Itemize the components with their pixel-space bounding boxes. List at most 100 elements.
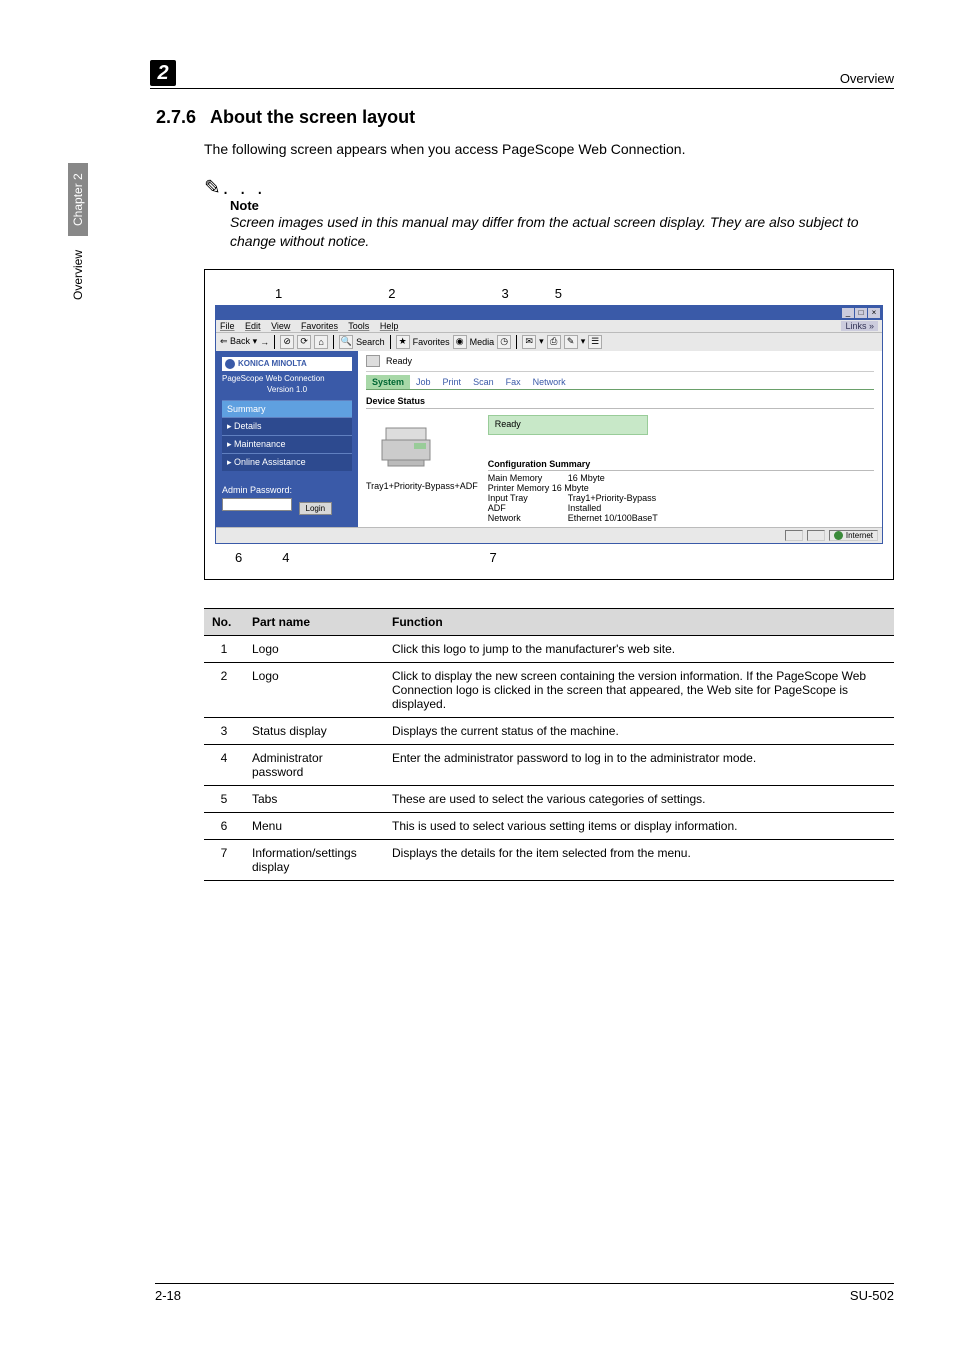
cell-no: 7 [204, 839, 244, 880]
minimize-icon[interactable]: _ [842, 308, 854, 318]
cell-part: Tabs [244, 785, 384, 812]
favorites-icon[interactable]: ★ [396, 335, 410, 349]
history-icon[interactable]: ◷ [497, 335, 511, 349]
cfg-input-k: Input Tray [488, 493, 558, 503]
callouts-top: 1 2 3 5 [275, 286, 883, 301]
tray-text: Tray1+Priority-Bypass+ADF [366, 481, 478, 491]
th-func: Function [384, 608, 894, 635]
menu-links[interactable]: Links [845, 321, 866, 331]
brand-logo-icon [225, 359, 235, 369]
nav-maintenance[interactable]: ▸ Maintenance [222, 435, 352, 453]
table-row: 2 Logo Click to display the new screen c… [204, 662, 894, 717]
callout-2: 2 [388, 286, 395, 301]
callout-4: 4 [282, 550, 289, 565]
tab-scan[interactable]: Scan [467, 375, 500, 389]
version-text: Version 1.0 [222, 385, 352, 394]
chapter-badge: 2 [150, 60, 176, 86]
close-icon[interactable]: × [868, 308, 880, 318]
menu-favorites[interactable]: Favorites [301, 321, 338, 331]
refresh-icon[interactable]: ⟳ [297, 335, 311, 349]
search-label[interactable]: Search [356, 337, 385, 347]
cell-no: 6 [204, 812, 244, 839]
cell-no: 2 [204, 662, 244, 717]
login-button[interactable]: Login [299, 502, 333, 515]
callout-3: 3 [501, 286, 508, 301]
browser-window: _ □ × File Edit View Favorites Tools Hel… [215, 305, 883, 544]
side-tab-label: Overview [71, 250, 85, 300]
mail-icon[interactable]: ✉ [522, 335, 536, 349]
cfg-adf-v: Installed [568, 503, 602, 513]
pencil-icon: ✎ [204, 177, 221, 199]
cell-no: 1 [204, 635, 244, 662]
callout-5: 5 [555, 286, 562, 301]
menu-file[interactable]: File [220, 321, 235, 331]
config-summary-header: Configuration Summary [488, 459, 874, 471]
forward-button[interactable]: → [260, 337, 269, 347]
callout-7: 7 [489, 550, 496, 565]
cell-func: These are used to select the various cat… [384, 785, 894, 812]
back-button[interactable]: ⇐ Back ▾ [220, 336, 257, 347]
discuss-icon[interactable]: ☰ [588, 335, 602, 349]
statusbar: Internet [216, 527, 882, 543]
th-part: Part name [244, 608, 384, 635]
maximize-icon[interactable]: □ [855, 308, 867, 318]
cell-part: Logo [244, 635, 384, 662]
cell-func: Displays the current status of the machi… [384, 717, 894, 744]
cell-no: 3 [204, 717, 244, 744]
cell-part: Administrator password [244, 744, 384, 785]
cell-func: Enter the administrator password to log … [384, 744, 894, 785]
edit-icon[interactable]: ✎ [564, 335, 578, 349]
tab-network[interactable]: Network [527, 375, 572, 389]
cfg-printer-mem: Printer Memory 16 Mbyte [488, 483, 874, 493]
cell-func: Click this logo to jump to the manufactu… [384, 635, 894, 662]
section-title: About the screen layout [210, 107, 415, 128]
cfg-main-mem-k: Main Memory [488, 473, 558, 483]
cfg-adf-k: ADF [488, 503, 558, 513]
search-icon[interactable]: 🔍 [339, 335, 353, 349]
table-row: 4 Administrator password Enter the admin… [204, 744, 894, 785]
menu-tools[interactable]: Tools [348, 321, 369, 331]
cell-no: 4 [204, 744, 244, 785]
cfg-net-k: Network [488, 513, 558, 523]
cell-func: This is used to select various setting i… [384, 812, 894, 839]
table-row: 3 Status display Displays the current st… [204, 717, 894, 744]
callouts-bottom: 6 4 7 [235, 550, 883, 565]
footer: 2-18 SU-502 [155, 1283, 894, 1303]
table-row: 7 Information/settings display Displays … [204, 839, 894, 880]
cell-func: Click to display the new screen containi… [384, 662, 894, 717]
menu-edit[interactable]: Edit [245, 321, 261, 331]
right-pane: Ready System Job Print Scan Fax Network … [358, 351, 882, 527]
note-block: ✎. . . Note Screen images used in this m… [204, 175, 894, 251]
printer-status-icon [366, 355, 380, 367]
note-label: Note [230, 198, 894, 213]
tab-fax[interactable]: Fax [500, 375, 527, 389]
media-label[interactable]: Media [470, 337, 495, 347]
nav-summary[interactable]: Summary [222, 400, 352, 417]
status-cell [785, 530, 803, 541]
admin-password-input[interactable] [222, 498, 292, 511]
device-image [366, 415, 446, 475]
table-row: 5 Tabs These are used to select the vari… [204, 785, 894, 812]
note-dots: . . . [223, 177, 266, 199]
menu-help[interactable]: Help [380, 321, 399, 331]
brand-logo[interactable]: KONICA MINOLTA [222, 357, 352, 371]
home-icon[interactable]: ⌂ [314, 335, 328, 349]
nav-details[interactable]: ▸ Details [222, 417, 352, 435]
print-icon[interactable]: ⎙ [547, 335, 561, 349]
menu-view[interactable]: View [271, 321, 290, 331]
stop-icon[interactable]: ⊘ [280, 335, 294, 349]
pagescope-logo[interactable]: PageScope Web Connection [222, 374, 352, 383]
tab-job[interactable]: Job [410, 375, 437, 389]
cell-func: Displays the details for the item select… [384, 839, 894, 880]
nav-online-assistance[interactable]: ▸ Online Assistance [222, 453, 352, 471]
status-internet-text: Internet [846, 531, 873, 540]
tab-print[interactable]: Print [437, 375, 468, 389]
favorites-label[interactable]: Favorites [413, 337, 450, 347]
callout-6: 6 [235, 550, 242, 565]
tab-system[interactable]: System [366, 375, 410, 389]
admin-password-label: Admin Password: [222, 485, 352, 495]
intro-text: The following screen appears when you ac… [204, 140, 894, 159]
media-icon[interactable]: ◉ [453, 335, 467, 349]
left-pane: KONICA MINOLTA PageScope Web Connection … [216, 351, 358, 527]
toolbar: ⇐ Back ▾ → ⊘ ⟳ ⌂ 🔍Search ★Favorites ◉Med… [216, 332, 882, 351]
